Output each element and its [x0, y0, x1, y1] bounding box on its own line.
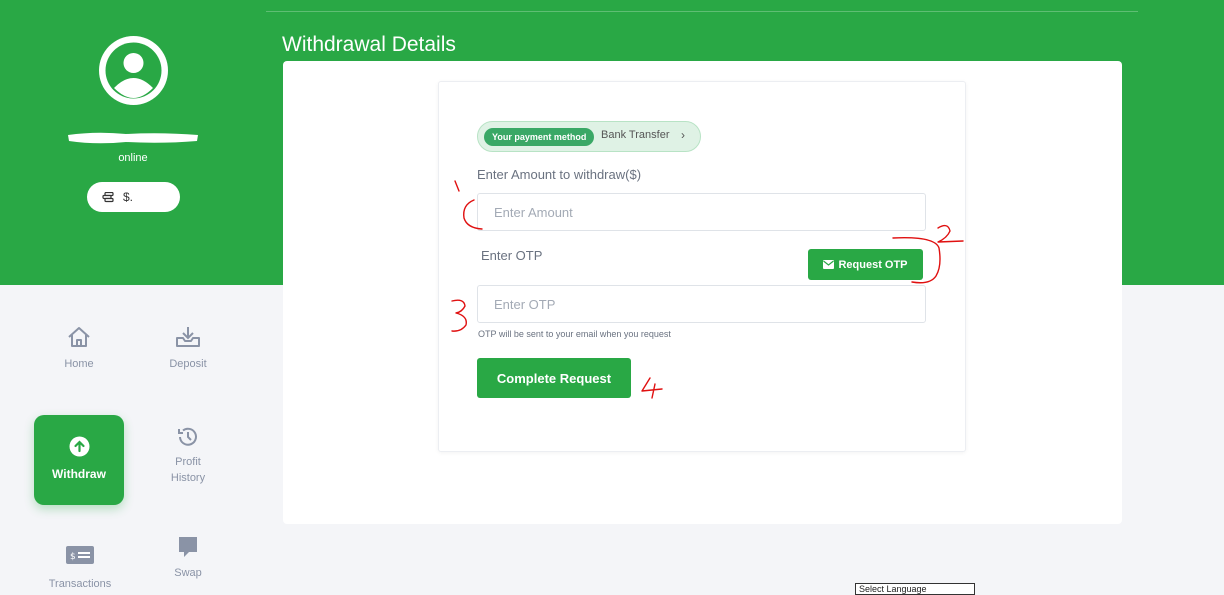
language-select[interactable]: Select Language — [855, 583, 975, 595]
nav-profit-label-1: Profit — [175, 456, 201, 468]
chevron-right-icon: › — [681, 128, 685, 142]
nav-home-label: Home — [64, 358, 94, 370]
payment-method-selector[interactable]: Your payment method Bank Transfer › — [477, 121, 701, 152]
payment-method-value: Bank Transfer — [601, 129, 670, 141]
otp-hint: OTP will be sent to your email when you … — [478, 329, 671, 339]
download-tray-icon — [176, 327, 200, 347]
request-otp-label: Request OTP — [838, 258, 908, 271]
user-icon — [105, 42, 162, 99]
redacted-username — [68, 132, 198, 144]
upload-circle-icon — [69, 436, 90, 457]
nav-profit-label-2: History — [170, 472, 206, 484]
amount-input[interactable] — [477, 193, 926, 231]
nav-withdraw-label: Withdraw — [52, 467, 106, 481]
balance-value: $. — [123, 190, 134, 204]
nav-swap-label: Swap — [174, 567, 202, 579]
nav-deposit-label: Deposit — [169, 358, 207, 370]
avatar[interactable] — [99, 36, 168, 105]
otp-label: Enter OTP — [481, 248, 543, 263]
nav-withdraw[interactable]: Withdraw — [34, 415, 124, 505]
payment-method-badge: Your payment method — [484, 128, 595, 146]
envelope-icon — [823, 260, 835, 269]
history-icon — [178, 427, 197, 446]
divider — [266, 11, 1138, 12]
balance-pill[interactable]: $. — [87, 182, 180, 212]
nav-home[interactable]: Home — [44, 326, 114, 372]
nav-deposit[interactable]: Deposit — [153, 326, 223, 372]
nav-swap[interactable]: Swap — [153, 535, 223, 581]
online-status: online — [118, 152, 148, 164]
request-otp-button[interactable]: Request OTP — [808, 249, 923, 280]
coins-icon — [102, 191, 114, 202]
amount-label: Enter Amount to withdraw($) — [477, 167, 642, 182]
svg-text:$: $ — [70, 552, 76, 562]
chat-icon — [179, 537, 197, 557]
bill-icon: $ — [66, 546, 94, 564]
page-title: Withdrawal Details — [282, 33, 456, 56]
nav-transactions[interactable]: $ Transactions — [40, 545, 120, 592]
nav-transactions-label: Transactions — [48, 578, 112, 590]
home-icon — [68, 327, 90, 347]
complete-request-button[interactable]: Complete Request — [477, 358, 631, 398]
otp-input[interactable] — [477, 285, 926, 323]
nav-profit-history[interactable]: Profit History — [153, 425, 223, 486]
